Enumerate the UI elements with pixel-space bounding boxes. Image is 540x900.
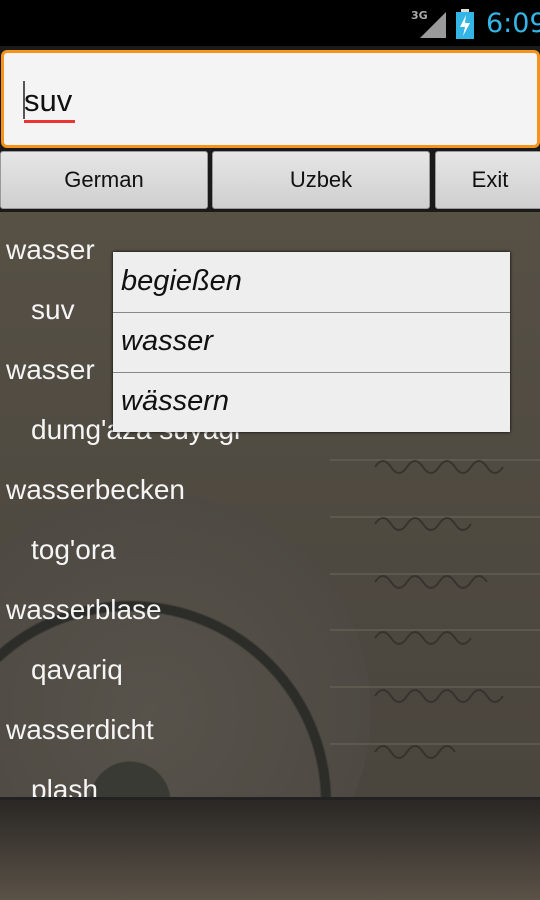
suggestion-item[interactable]: wasser xyxy=(113,312,510,370)
result-word[interactable]: wasser xyxy=(6,234,95,266)
status-bar: 3G 6:09 xyxy=(0,0,540,46)
signal-icon xyxy=(420,12,446,38)
result-word[interactable]: wasser xyxy=(6,354,95,386)
exit-button[interactable]: Exit xyxy=(435,151,540,209)
search-input[interactable]: suv xyxy=(1,50,540,148)
result-word[interactable]: wasserblase xyxy=(6,594,162,626)
suggestion-item[interactable]: begießen xyxy=(113,252,510,310)
search-bar: suv xyxy=(0,46,540,150)
suggestion-item[interactable]: wässern xyxy=(113,372,510,430)
result-translation[interactable]: qavariq xyxy=(31,654,123,686)
bottom-background xyxy=(0,800,540,900)
language-button-bar: German Uzbek Exit xyxy=(0,150,540,212)
spellcheck-underline xyxy=(24,120,75,123)
battery-charging-icon xyxy=(456,9,474,39)
result-translation[interactable]: tog'ora xyxy=(31,534,116,566)
result-word[interactable]: wasserdicht xyxy=(6,714,154,746)
source-language-button[interactable]: German xyxy=(0,151,208,209)
search-input-value: suv xyxy=(24,83,73,118)
target-language-button[interactable]: Uzbek xyxy=(212,151,430,209)
result-translation[interactable]: suv xyxy=(31,294,75,326)
clock: 6:09 xyxy=(486,8,540,39)
autocomplete-dropdown: begießen wasser wässern xyxy=(113,252,510,432)
result-word[interactable]: wasserbecken xyxy=(6,474,185,506)
